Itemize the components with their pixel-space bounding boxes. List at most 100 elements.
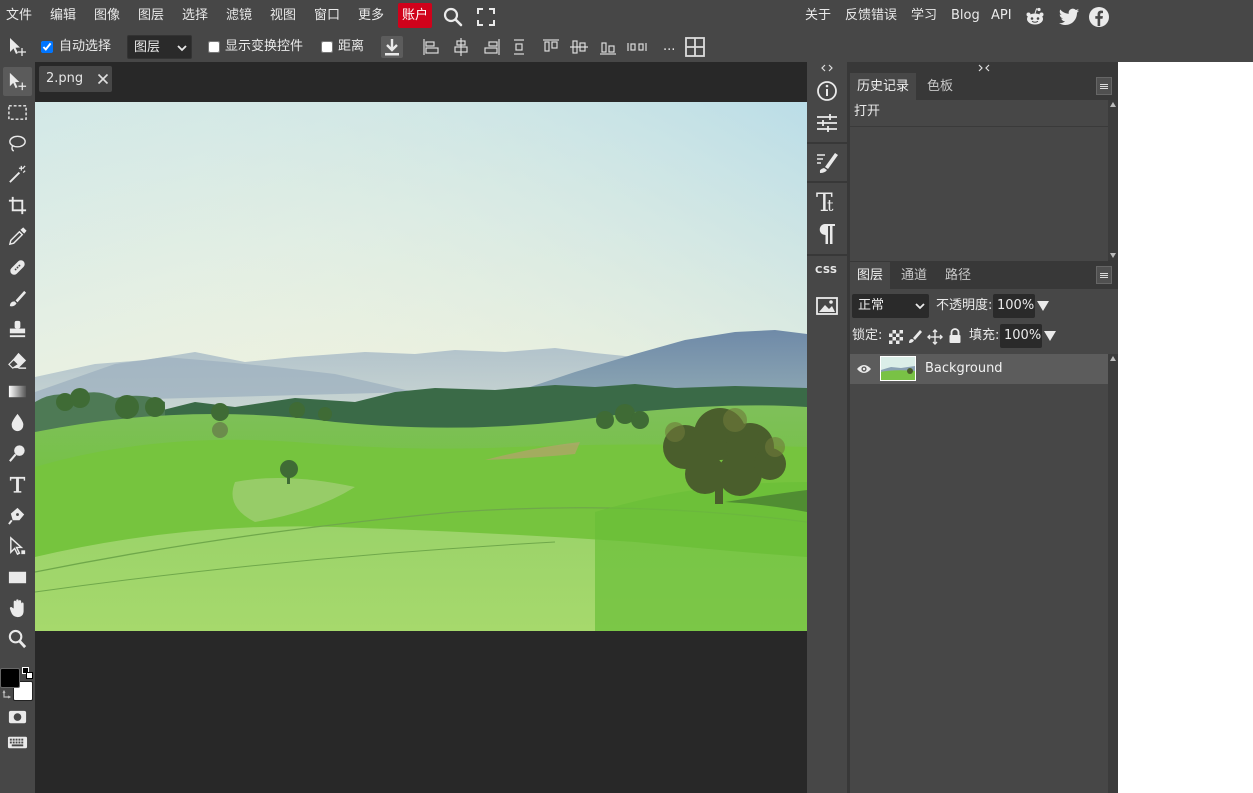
link-api[interactable]: API	[991, 0, 1012, 32]
image-icon	[816, 297, 838, 315]
grid-icon[interactable]	[684, 36, 706, 58]
opacity-dropdown-icon[interactable]	[1037, 301, 1049, 311]
tab-history[interactable]: 历史记录	[850, 73, 917, 100]
crop-tool[interactable]	[3, 191, 32, 220]
align-left-icon[interactable]	[420, 36, 442, 58]
facebook-icon[interactable]	[1088, 6, 1110, 28]
css-panel-button[interactable]: CSS	[813, 260, 841, 284]
show-transform-checkbox[interactable]	[208, 41, 220, 53]
image-panel-button[interactable]	[813, 292, 841, 320]
keyboard-button[interactable]	[3, 728, 32, 754]
auto-select-target-dropdown[interactable]: 图层	[127, 35, 192, 59]
rectangle-select-icon	[8, 105, 27, 120]
magic-wand-tool[interactable]	[3, 160, 32, 189]
document-tab[interactable]: 2.png	[39, 66, 112, 92]
paragraph-icon	[819, 224, 835, 244]
eyedropper-tool[interactable]	[3, 222, 32, 251]
align-right-icon[interactable]	[481, 36, 503, 58]
lock-pixels-icon[interactable]	[908, 329, 923, 344]
brush-settings-button[interactable]	[813, 148, 841, 176]
layers-panel-menu-button[interactable]	[1096, 266, 1112, 284]
menu-layer[interactable]: 图层	[138, 0, 164, 32]
fullscreen-icon[interactable]	[475, 6, 497, 28]
link-blog[interactable]: Blog	[951, 0, 980, 32]
character-panel-button[interactable]: Tt	[813, 187, 841, 215]
distance-label: 距离	[338, 39, 365, 54]
chevron-down-icon	[915, 303, 925, 310]
paragraph-panel-button[interactable]	[813, 220, 841, 248]
gradient-tool[interactable]	[3, 377, 32, 406]
link-learn[interactable]: 学习	[911, 0, 937, 32]
menu-account[interactable]: 账户	[398, 3, 433, 28]
auto-select-checkbox[interactable]	[41, 41, 53, 53]
tab-swatches[interactable]: 色板	[920, 73, 960, 100]
lock-transparency-icon[interactable]	[889, 330, 903, 344]
shape-tool[interactable]	[3, 563, 32, 592]
move-tool-indicator-icon[interactable]	[6, 36, 28, 58]
clone-stamp-tool[interactable]	[3, 315, 32, 344]
type-tool[interactable]	[3, 470, 32, 499]
canvas-image[interactable]	[35, 102, 807, 631]
history-item[interactable]: 打开	[850, 100, 1108, 124]
layer-row[interactable]: Background	[850, 354, 1108, 384]
layers-scrollbar[interactable]	[1108, 354, 1118, 793]
show-transform-label: 显示变换控件	[225, 39, 304, 54]
distribute-horizontal-icon[interactable]	[508, 36, 530, 58]
menu-window[interactable]: 窗口	[314, 0, 340, 32]
brush-tool[interactable]	[3, 284, 32, 313]
history-scrollbar[interactable]	[1108, 100, 1118, 260]
twitter-icon[interactable]	[1058, 6, 1080, 28]
fill-input[interactable]: 100%	[1000, 324, 1042, 348]
reddit-icon[interactable]	[1024, 6, 1046, 28]
layers-panel: 图层 通道 路径 正常 不透明度: 100% 锁定: 填充: 100% Back…	[850, 262, 1118, 793]
info-panel-button[interactable]	[813, 77, 841, 105]
menu-file[interactable]: 文件	[6, 0, 32, 32]
align-bottom-icon[interactable]	[597, 36, 619, 58]
menu-view[interactable]: 视图	[270, 0, 296, 32]
path-select-tool[interactable]	[3, 532, 32, 561]
download-icon[interactable]	[381, 36, 403, 58]
search-icon[interactable]	[442, 6, 464, 28]
lasso-tool[interactable]	[3, 129, 32, 158]
healing-brush-tool[interactable]	[3, 253, 32, 282]
link-report-bug[interactable]: 反馈错误	[845, 0, 897, 32]
menu-more[interactable]: 更多	[358, 0, 384, 32]
history-panel-menu-button[interactable]	[1096, 77, 1112, 95]
tab-paths[interactable]: 路径	[938, 262, 978, 289]
eye-icon[interactable]	[856, 363, 872, 375]
collapse-arrows-icon[interactable]	[977, 64, 991, 72]
hand-tool[interactable]	[3, 594, 32, 623]
color-swatches	[0, 667, 35, 705]
blur-tool[interactable]	[3, 408, 32, 437]
lock-all-icon[interactable]	[948, 328, 962, 344]
tab-channels[interactable]: 通道	[894, 262, 934, 289]
marquee-tool[interactable]	[3, 98, 32, 127]
expand-arrows-icon[interactable]	[820, 64, 834, 72]
menu-edit[interactable]: 编辑	[50, 0, 76, 32]
align-center-horizontal-icon[interactable]	[450, 36, 472, 58]
blend-mode-dropdown[interactable]: 正常	[852, 294, 929, 318]
menu-select[interactable]: 选择	[182, 0, 208, 32]
distance-checkbox[interactable]	[321, 41, 333, 53]
lock-position-icon[interactable]	[927, 329, 943, 345]
foreground-color-swatch[interactable]	[0, 668, 20, 688]
align-center-vertical-icon[interactable]	[568, 36, 590, 58]
zoom-tool[interactable]	[3, 625, 32, 654]
close-icon[interactable]	[97, 73, 109, 85]
opacity-input[interactable]: 100%	[993, 294, 1035, 318]
adjustments-panel-button[interactable]	[813, 109, 841, 137]
link-about[interactable]: 关于	[805, 0, 831, 32]
pen-tool[interactable]	[3, 501, 32, 530]
quick-mask-button[interactable]	[3, 703, 32, 729]
more-options-button[interactable]: ...	[663, 32, 675, 62]
distribute-vertical-icon[interactable]	[626, 36, 648, 58]
fill-dropdown-icon[interactable]	[1044, 331, 1056, 341]
tab-layers[interactable]: 图层	[850, 262, 891, 289]
menu-image[interactable]: 图像	[94, 0, 120, 32]
move-tool[interactable]	[3, 67, 32, 96]
align-top-icon[interactable]	[540, 36, 562, 58]
dodge-tool[interactable]	[3, 439, 32, 468]
menu-filter[interactable]: 滤镜	[226, 0, 252, 32]
swap-colors-icon[interactable]	[2, 689, 12, 699]
eraser-tool[interactable]	[3, 346, 32, 375]
